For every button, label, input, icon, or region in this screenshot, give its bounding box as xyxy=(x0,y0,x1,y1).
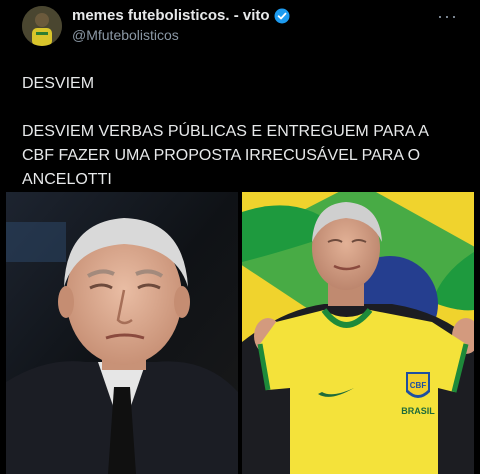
media-photo-right[interactable]: CBF BRASIL xyxy=(242,192,474,474)
more-options-icon[interactable]: ··· xyxy=(437,6,458,27)
tweet-text: DESVIEM DESVIEM VERBAS PÚBLICAS E ENTREG… xyxy=(22,72,462,192)
account-handle[interactable]: @Mfutebolisticos xyxy=(72,27,179,43)
media-photo-left[interactable] xyxy=(6,192,238,474)
display-name[interactable]: memes futebolisticos. - vito xyxy=(72,7,270,24)
avatar[interactable] xyxy=(22,6,62,46)
jersey-brasil-text: BRASIL xyxy=(401,406,435,416)
verified-badge-icon xyxy=(274,8,290,24)
tweet-card[interactable]: memes futebolisticos. - vito @Mfutebolis… xyxy=(0,0,480,474)
svg-text:CBF: CBF xyxy=(410,381,427,390)
tweet-text-line-2: DESVIEM VERBAS PÚBLICAS E ENTREGUEM PARA… xyxy=(22,123,429,188)
tweet-media[interactable]: CBF BRASIL xyxy=(6,192,474,474)
tweet-text-line-1: DESVIEM xyxy=(22,75,95,92)
